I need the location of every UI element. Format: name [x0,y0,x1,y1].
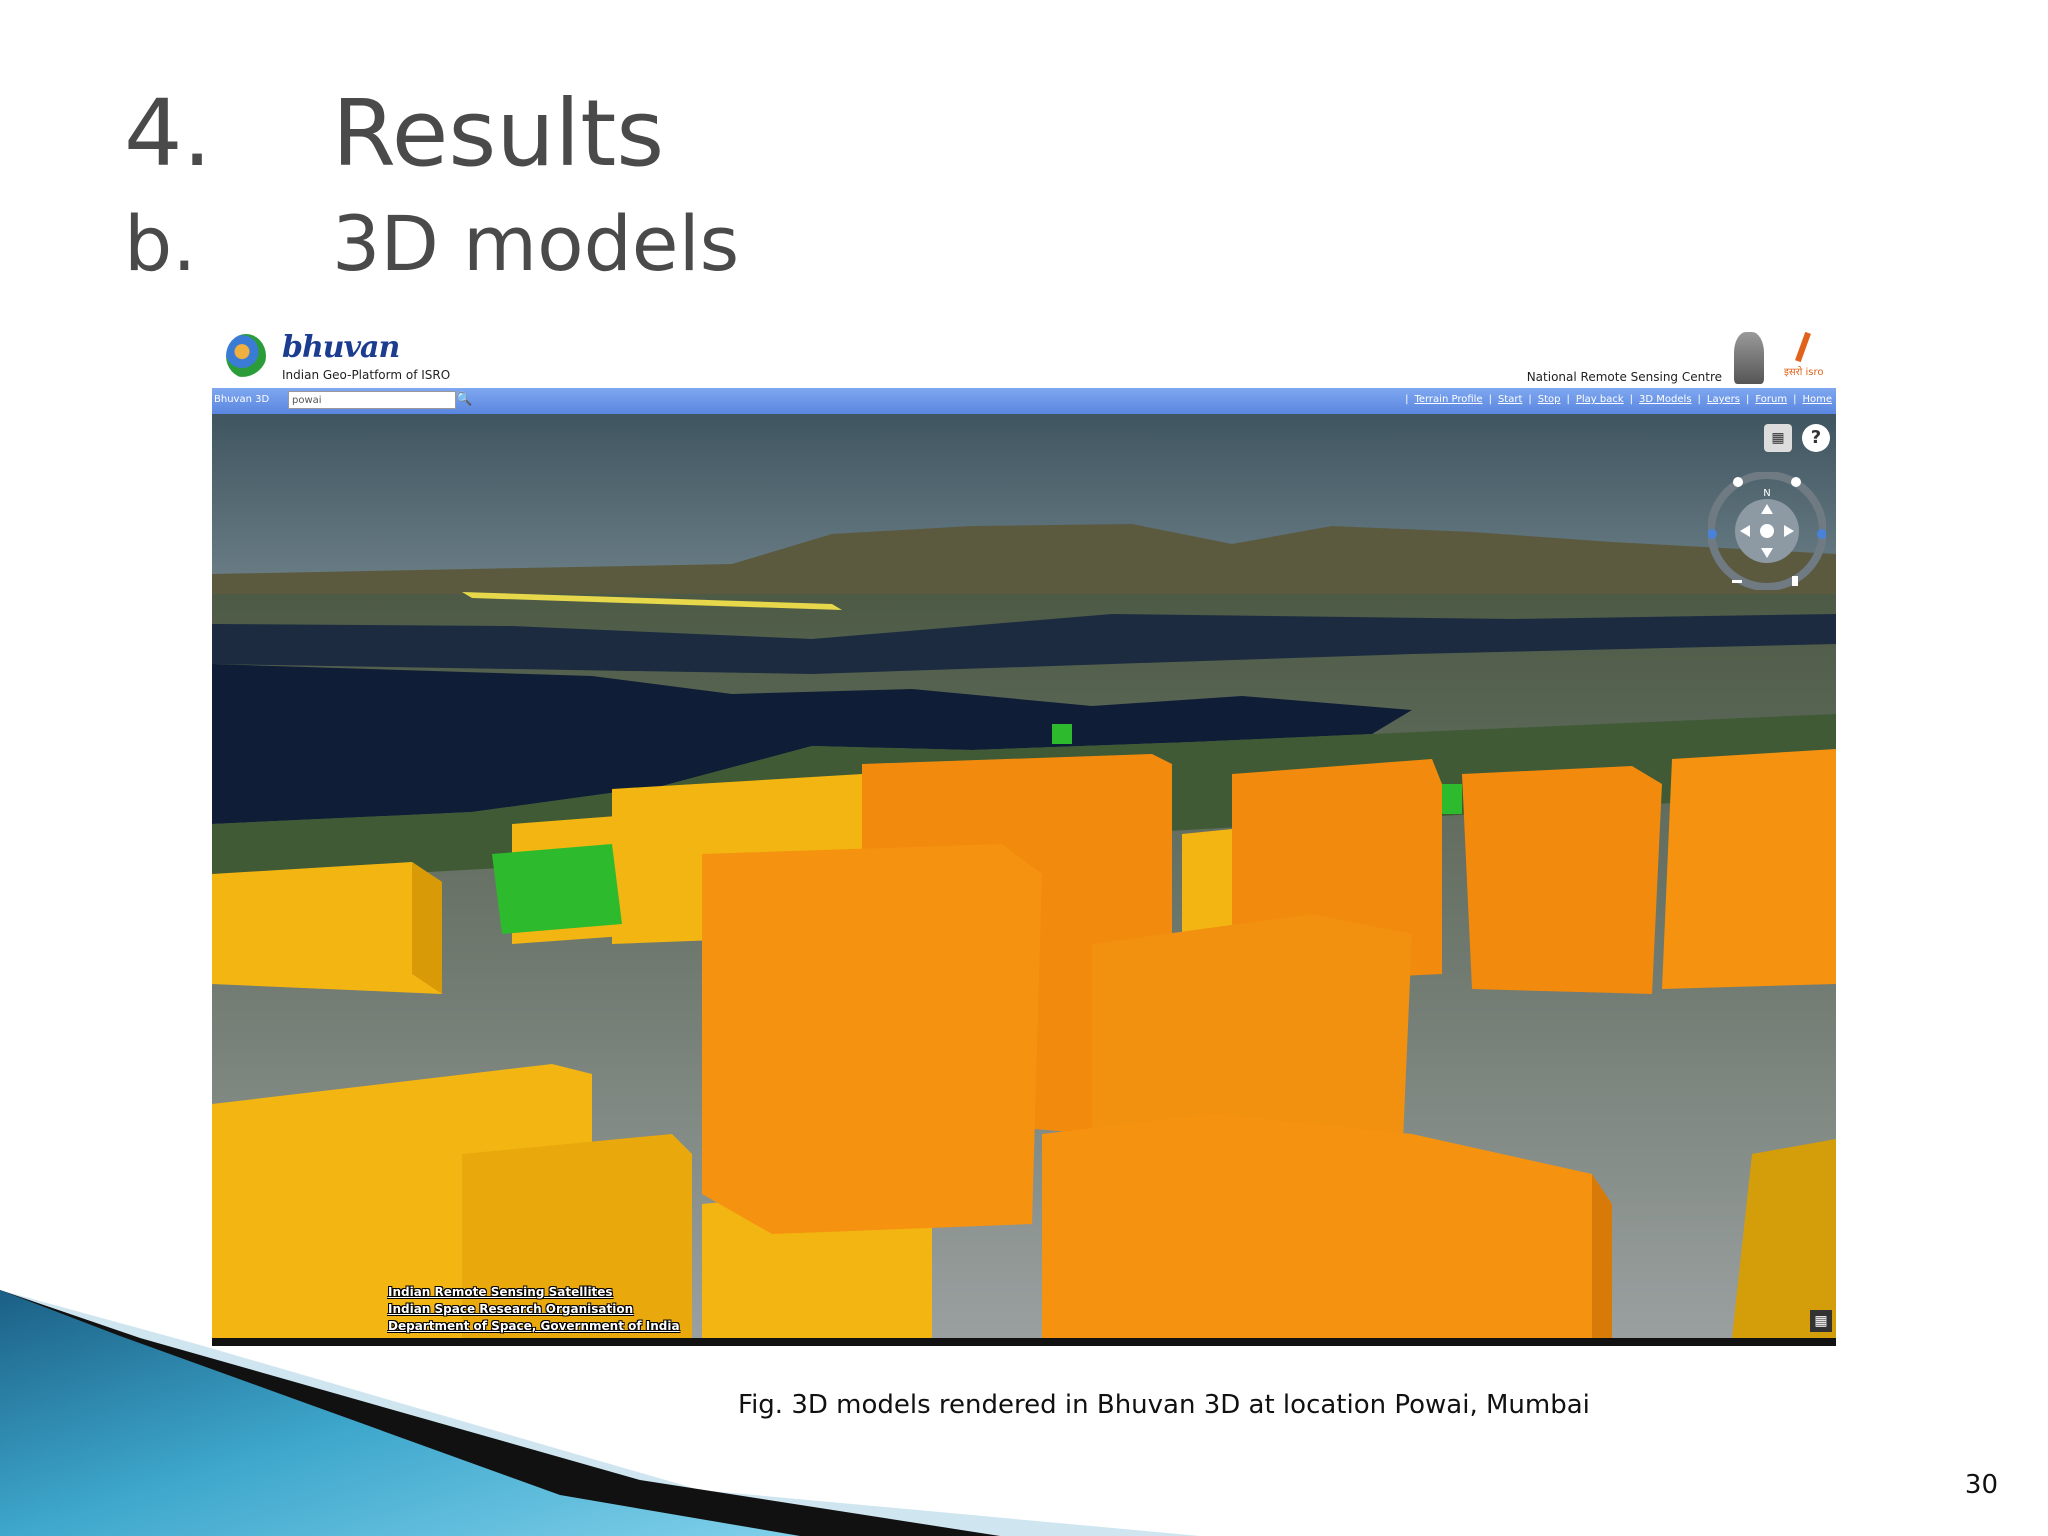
nav-link-layers[interactable]: Layers [1707,394,1740,405]
bhuvan-emblem-icon [226,334,266,378]
building-orange [1462,766,1662,994]
rotate-left-icon[interactable] [1708,529,1717,539]
building-yellow [1182,829,1232,939]
bhuvan-tagline: Indian Geo-Platform of ISRO [282,368,451,382]
title-text: Results [332,80,665,187]
nav-link-terrain-profile[interactable]: Terrain Profile [1414,394,1482,405]
help-button[interactable]: ? [1802,424,1830,452]
bhuvan-nav-bar: Bhuvan 3D 🔍 |Terrain Profile |Start |Sto… [212,388,1836,414]
national-emblem-icon [1734,332,1764,384]
zoom-in-icon[interactable] [1733,477,1743,487]
nav-link-stop[interactable]: Stop [1538,394,1561,405]
isro-logo-text: इसरो isro [1784,367,1824,378]
pan-center-icon[interactable] [1760,524,1774,538]
subtitle-letter: b. [124,199,197,288]
tilt-up-icon[interactable] [1791,477,1801,487]
3d-scene [212,414,1836,1338]
rotate-right-icon[interactable] [1817,529,1826,539]
nav-link-3d-models[interactable]: 3D Models [1639,394,1691,405]
bhuvan-logo[interactable]: bhuvan [282,330,400,365]
nav-link-forum[interactable]: Forum [1755,394,1787,405]
nav-links: | Terrain Profile | Start | Stop | Play back… [1405,394,1832,405]
building-orange [1662,749,1836,989]
nav-link-start[interactable]: Start [1498,394,1522,405]
tilt-down-icon[interactable] [1792,576,1798,586]
layers-toggle-icon[interactable]: ▦ [1764,424,1792,452]
building-green [1052,724,1072,744]
nav-app-label: Bhuvan 3D [214,394,270,405]
fullscreen-icon[interactable]: ▦ [1810,1310,1832,1332]
subtitle-text: 3D models [332,199,740,288]
3d-globe-viewer[interactable]: ▦ ? N Indian Remote Sensing Satellites I… [212,414,1836,1338]
page-number: 30 [1964,1470,1998,1500]
bhuvan-header: bhuvan Indian Geo-Platform of ISRO Natio… [212,326,1836,388]
navigation-control-icon[interactable]: N [1708,472,1826,590]
location-search-input[interactable] [288,391,456,409]
bhuvan-screenshot: bhuvan Indian Geo-Platform of ISRO Natio… [212,326,1836,1346]
building-green [1442,784,1462,814]
isro-logo-icon: इसरो isro [1784,331,1826,380]
search-icon[interactable]: 🔍 [456,391,474,409]
compass-north-label: N [1763,488,1770,499]
zoom-out-icon[interactable] [1732,580,1742,583]
figure-caption: Fig. 3D models rendered in Bhuvan 3D at … [738,1390,1590,1420]
building-orange [702,844,1042,1234]
nav-link-home[interactable]: Home [1802,394,1832,405]
slide-title: 4. Results b. 3D models [124,78,739,294]
building-yellow-side [412,862,442,994]
nrsc-label: National Remote Sensing Centre [1526,370,1722,384]
building-green [492,844,622,934]
title-number: 4. [124,80,212,187]
building-yellow [212,862,442,994]
nav-link-play-back[interactable]: Play back [1576,394,1624,405]
